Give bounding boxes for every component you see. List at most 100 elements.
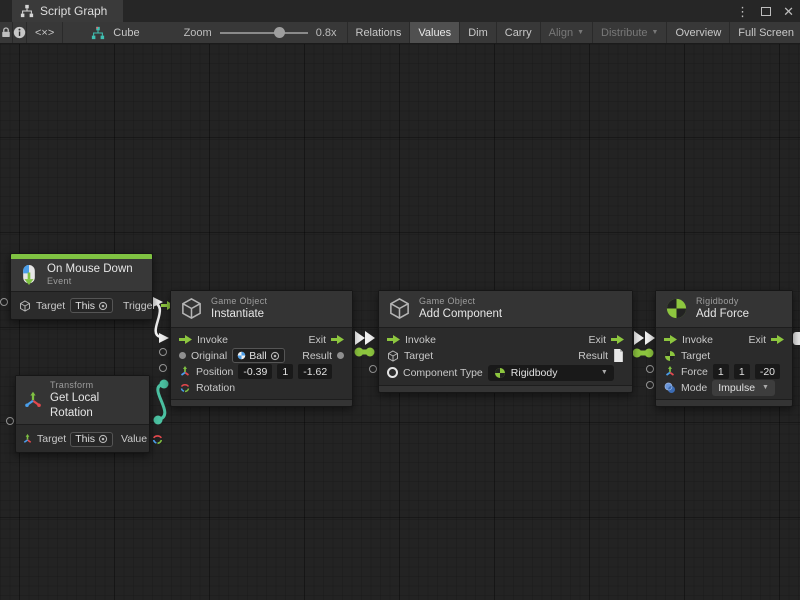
window-menu-icon[interactable]: ⋮ (736, 5, 749, 18)
graph-name-label[interactable]: Cube (113, 27, 139, 39)
node-title: Add Component (419, 307, 502, 321)
target-label: Target (404, 350, 433, 362)
node-footer (656, 399, 792, 406)
exit-label: Exit (588, 334, 606, 346)
zoom-slider-handle[interactable] (274, 27, 285, 38)
distribute-button[interactable]: Distribute▼ (593, 22, 667, 43)
button-label: Relations (356, 27, 402, 39)
caret-down-icon: ▼ (577, 29, 584, 36)
dim-button[interactable]: Dim (460, 22, 497, 43)
values-button[interactable]: Values (410, 22, 460, 43)
force-z-field[interactable]: -20 (755, 364, 780, 379)
node-get-local-rotation[interactable]: Transform Get Local Rotation Target This (15, 375, 150, 453)
component-type-dropdown[interactable]: Rigidbody ▼ (488, 365, 614, 381)
flow-out-port-icon[interactable] (331, 335, 344, 344)
target-object-field[interactable]: This (70, 298, 113, 313)
row-component-type: Component Type Rigidbody ▼ (379, 364, 632, 382)
object-picker-icon[interactable] (98, 301, 108, 311)
port-add-force-mode[interactable] (646, 381, 654, 389)
button-label: Values (418, 27, 451, 39)
node-add-component[interactable]: Game Object Add Component Invoke Exit Ta… (378, 290, 633, 393)
port-instantiate-original[interactable] (159, 348, 167, 356)
node-instantiate[interactable]: Game Object Instantiate Invoke Exit Orig… (170, 290, 353, 407)
force-y-field[interactable]: 1 (734, 364, 750, 379)
node-category: Transform (50, 380, 141, 391)
ball-prefab-icon (237, 351, 246, 360)
flow-in-port-icon[interactable] (387, 335, 400, 344)
code-preview-button[interactable]: <×> (27, 22, 63, 43)
rotation-value-port-icon[interactable] (151, 433, 164, 446)
type-port-icon[interactable] (387, 367, 398, 378)
node-footer (379, 385, 632, 392)
field-value: 1 (739, 366, 745, 378)
target-object-field[interactable]: This (70, 432, 113, 447)
gameobject-icon (180, 297, 203, 320)
button-label: Full Screen (738, 27, 794, 39)
node-category: Rigidbody (696, 296, 749, 307)
invoke-label: Invoke (197, 334, 228, 346)
info-button[interactable] (13, 22, 27, 43)
position-z-field[interactable]: -1.62 (298, 364, 332, 379)
overview-button[interactable]: Overview (667, 22, 730, 43)
row-position: Position -0.39 1 -1.62 (171, 364, 352, 380)
port-on-mouse-down-target[interactable] (0, 298, 8, 306)
row-target-trigger: Target This Trigger (11, 296, 152, 316)
force-x-field[interactable]: 1 (713, 364, 729, 379)
flow-out-port-icon[interactable] (611, 335, 624, 344)
row-rotation: Rotation (171, 380, 352, 396)
target-label: Target (681, 350, 710, 362)
node-title: Get Local Rotation (50, 391, 141, 420)
object-picker-icon[interactable] (98, 434, 108, 444)
port-get-rotation-target[interactable] (6, 417, 14, 425)
zoom-slider[interactable] (220, 32, 308, 34)
flow-in-port-icon[interactable] (179, 335, 192, 344)
relations-button[interactable]: Relations (348, 22, 411, 43)
rigidbody-icon (665, 297, 688, 320)
position-y-field[interactable]: 1 (277, 364, 293, 379)
original-object-field[interactable]: Ball (232, 348, 285, 363)
object-picker-icon[interactable] (270, 351, 280, 361)
lock-button[interactable] (0, 22, 13, 43)
transform-icon (664, 366, 676, 378)
object-field-value: This (75, 433, 95, 445)
field-value: 1 (718, 366, 724, 378)
fullscreen-button[interactable]: Full Screen (730, 22, 800, 43)
close-icon[interactable]: ✕ (783, 5, 794, 18)
align-button[interactable]: Align▼ (541, 22, 593, 43)
position-x-field[interactable]: -0.39 (238, 364, 272, 379)
zoom-value: 0.8x (316, 27, 337, 39)
node-on-mouse-down[interactable]: On Mouse Down Event Target This (10, 253, 153, 320)
caret-down-icon: ▼ (652, 29, 659, 36)
mouse-down-icon (19, 264, 39, 286)
flow-out-port-icon[interactable] (771, 335, 784, 344)
port-instantiate-position[interactable] (159, 364, 167, 372)
carry-button[interactable]: Carry (497, 22, 541, 43)
result-label: Result (302, 350, 332, 362)
node-subtitle: Event (47, 276, 133, 287)
script-file-icon[interactable] (613, 349, 624, 362)
toolbar-middle: Cube Zoom 0.8x (63, 22, 347, 43)
tab-script-graph[interactable]: Script Graph (12, 0, 123, 22)
row-mode: Mode Impulse ▼ (656, 380, 792, 396)
caret-down-icon: ▼ (762, 384, 769, 391)
flow-in-port-icon[interactable] (664, 335, 677, 344)
mode-label: Mode (681, 382, 707, 394)
exit-label: Exit (308, 334, 326, 346)
dropdown-value: Impulse (718, 382, 755, 394)
force-label: Force (681, 366, 708, 378)
original-label: Original (191, 350, 227, 362)
trigger-label: Trigger (123, 300, 156, 312)
graph-canvas[interactable]: On Mouse Down Event Target This (0, 44, 800, 600)
transform-icon (22, 434, 33, 445)
node-add-force[interactable]: Rigidbody Add Force Invoke Exit Target (655, 290, 793, 407)
row-original-result: Original Ball Result (171, 348, 352, 364)
port-add-component-type[interactable] (369, 365, 377, 373)
port-add-force-force[interactable] (646, 365, 654, 373)
row-invoke-exit: Invoke Exit (656, 332, 792, 348)
row-target: Target (656, 348, 792, 364)
mode-dropdown[interactable]: Impulse ▼ (712, 380, 775, 396)
value-port-icon[interactable] (337, 352, 344, 359)
maximize-icon[interactable] (761, 7, 771, 16)
value-port-icon[interactable] (179, 352, 186, 359)
title-bar: Script Graph ⋮ ✕ (0, 0, 800, 22)
